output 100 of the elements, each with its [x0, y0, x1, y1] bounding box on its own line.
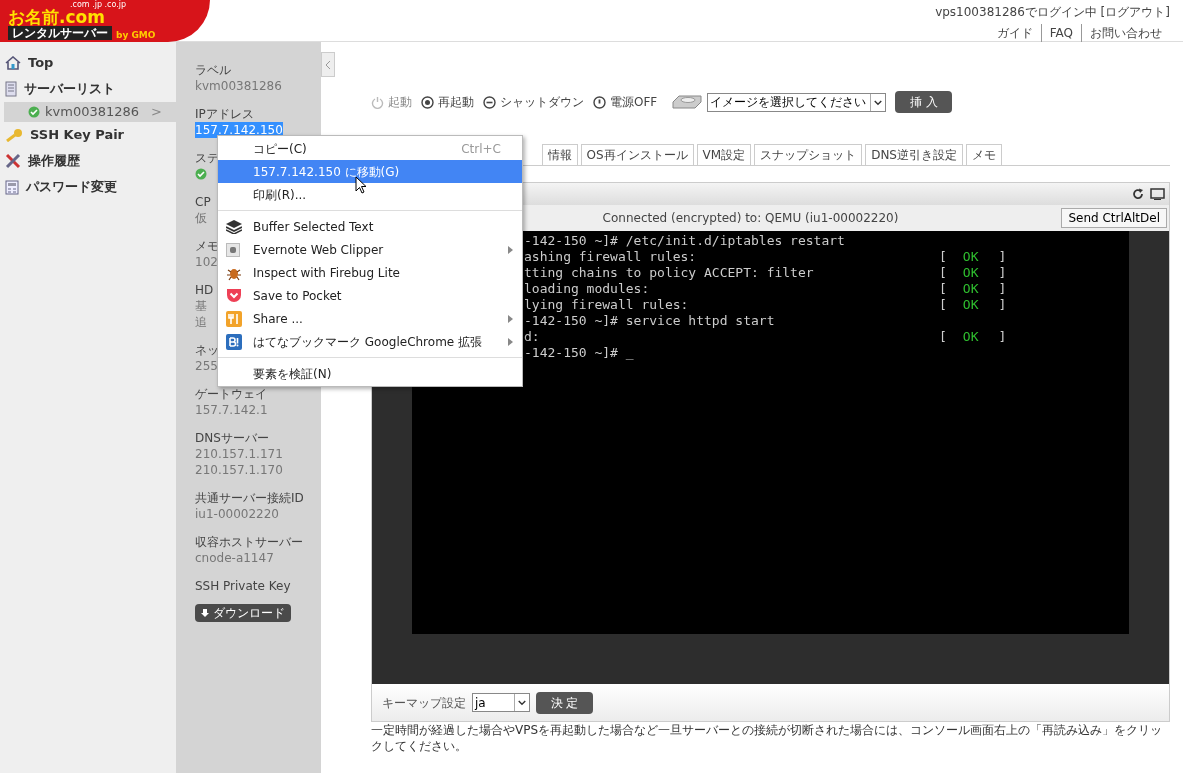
tab[interactable]: VM設定 [696, 144, 752, 165]
logo-brand: お名前.com [8, 9, 105, 26]
info-value: 基 [195, 298, 207, 314]
info-label: ゲートウェイ [195, 386, 267, 402]
info-label: IPアドレス [195, 106, 254, 122]
server-icon [5, 81, 17, 97]
tools-icon [5, 153, 21, 169]
chevron-left-icon [325, 59, 331, 70]
calculator-icon [5, 179, 19, 195]
check-icon [28, 106, 40, 118]
sidebar-subitem[interactable]: kvm00381286 > [4, 102, 176, 122]
terminal-status: ] [998, 297, 1007, 313]
terminal-status: [ [939, 249, 947, 265]
tab[interactable]: 情報 [541, 144, 578, 165]
info-value: 追 [195, 314, 207, 330]
fork-knife-icon [226, 310, 242, 327]
tab[interactable]: OS再インストール [580, 144, 694, 165]
login-status: vps100381286でログイン中 [ログアウト] [935, 4, 1170, 21]
info-value: 255 [195, 358, 218, 374]
sidebar-item[interactable]: Top [0, 50, 176, 76]
info-value: 157.7.142.1 [195, 402, 268, 418]
terminal-line: tting chains to policy ACCEPT: filter [524, 265, 815, 281]
menu-item[interactable]: Inspect with Firebug Lite [218, 261, 522, 284]
info-value: 102 [195, 254, 218, 270]
submenu-arrow-icon [508, 337, 513, 346]
tab[interactable]: スナップショット [754, 144, 863, 165]
info-label: ステ [195, 150, 219, 166]
download-button[interactable]: ダウンロード [195, 604, 291, 622]
terminal-status: OK [962, 249, 979, 265]
menu-item[interactable]: Buffer Selected Text [218, 215, 522, 238]
menu-item[interactable]: Evernote Web Clipper [218, 238, 522, 261]
header-link[interactable]: FAQ [1040, 24, 1081, 42]
info-label: SSH Private Key [195, 578, 291, 594]
mouse-cursor-icon [355, 176, 367, 194]
power-action[interactable]: シャットダウン [483, 93, 584, 111]
menu-item[interactable]: 要素を検証(N) [218, 362, 522, 385]
info-value: 210.157.1.171 [195, 446, 283, 462]
info-label: 収容ホストサーバー [195, 534, 303, 550]
info-label: HD [195, 282, 214, 298]
sidebar-item[interactable]: 操作履歴 [0, 148, 176, 174]
info-value: kvm00381286 [195, 78, 282, 94]
power-action[interactable]: 再起動 [421, 93, 474, 111]
logo[interactable]: .com .jp .co.jp お名前.com レンタルサーバー by GMO [0, 0, 210, 42]
submenu-arrow-icon [508, 314, 513, 323]
menu-item[interactable]: Share ... [218, 307, 522, 330]
terminal-line: ashing firewall rules: [524, 249, 698, 265]
terminal-status: ] [998, 249, 1007, 265]
info-label: ラベル [195, 62, 231, 78]
terminal-status: OK [962, 297, 979, 313]
terminal-line: -142-150 ~]# service httpd start [524, 313, 776, 329]
terminal-status: ] [998, 329, 1007, 345]
send-ctrl-alt-del-button[interactable]: Send CtrlAltDel [1061, 208, 1167, 228]
menu-item[interactable]: 印刷(R)... [218, 183, 522, 206]
keymap-label: キーマップ設定 [382, 694, 466, 712]
image-select[interactable]: イメージを選択してください [707, 92, 887, 112]
screen-icon[interactable] [1150, 188, 1165, 200]
terminal-status: [ [939, 297, 947, 313]
disc-drive-icon [671, 94, 704, 110]
tab[interactable]: メモ [966, 144, 1002, 165]
info-label: CP [195, 194, 211, 210]
sidebar-item[interactable]: パスワード変更 [0, 174, 176, 200]
terminal-line: loading modules: [524, 281, 651, 297]
minus-circle-icon [483, 95, 496, 109]
info-label: 共通サーバー接続ID [195, 490, 304, 506]
keymap-select[interactable]: ja [472, 693, 530, 712]
terminal-status: [ [939, 329, 947, 345]
terminal-status: ] [998, 265, 1007, 281]
menu-item[interactable]: 157.7.142.150 に移動(G) [218, 160, 522, 183]
apply-button[interactable]: 決 定 [536, 691, 593, 714]
home-icon [5, 56, 21, 70]
info-value: cnode-a1147 [195, 550, 274, 566]
info-value: iu1-00002220 [195, 506, 279, 522]
collapse-handle[interactable] [321, 52, 335, 77]
terminal-status: [ [939, 265, 947, 281]
note-icon [226, 242, 240, 257]
dropdown-icon [514, 694, 529, 711]
menu-item[interactable]: コピー(C) Ctrl+C [218, 137, 522, 160]
logo-by: by GMO [116, 30, 156, 40]
download-icon [201, 609, 209, 617]
tab[interactable]: DNS逆引き設定 [865, 144, 963, 165]
terminal-status: OK [962, 265, 979, 281]
insert-button[interactable]: 挿 入 [895, 91, 953, 113]
header-link[interactable]: お問い合わせ [1081, 24, 1170, 42]
terminal-status: [ [939, 281, 947, 297]
terminal-line: d: [524, 329, 541, 345]
menu-item[interactable]: Save to Pocket [218, 284, 522, 307]
menu-shortcut: Ctrl+C [461, 140, 501, 158]
info-value: 仮 [195, 210, 207, 226]
header-link[interactable]: ガイド [988, 24, 1041, 42]
info-label: メモ [195, 238, 219, 254]
logo-domains: .com .jp .co.jp [70, 0, 127, 9]
sidebar-item[interactable]: SSH Key Pair [0, 122, 176, 148]
power-icon [371, 95, 384, 109]
refresh-icon[interactable] [1132, 188, 1144, 200]
terminal-status: OK [962, 329, 979, 345]
chevron-icon: > [151, 102, 162, 122]
key-icon [5, 128, 23, 142]
sidebar-item[interactable]: サーバーリスト [0, 76, 176, 102]
menu-item[interactable]: はてなブックマーク GoogleChrome 拡張 [218, 330, 522, 353]
power-action[interactable]: 電源OFF [593, 93, 658, 111]
